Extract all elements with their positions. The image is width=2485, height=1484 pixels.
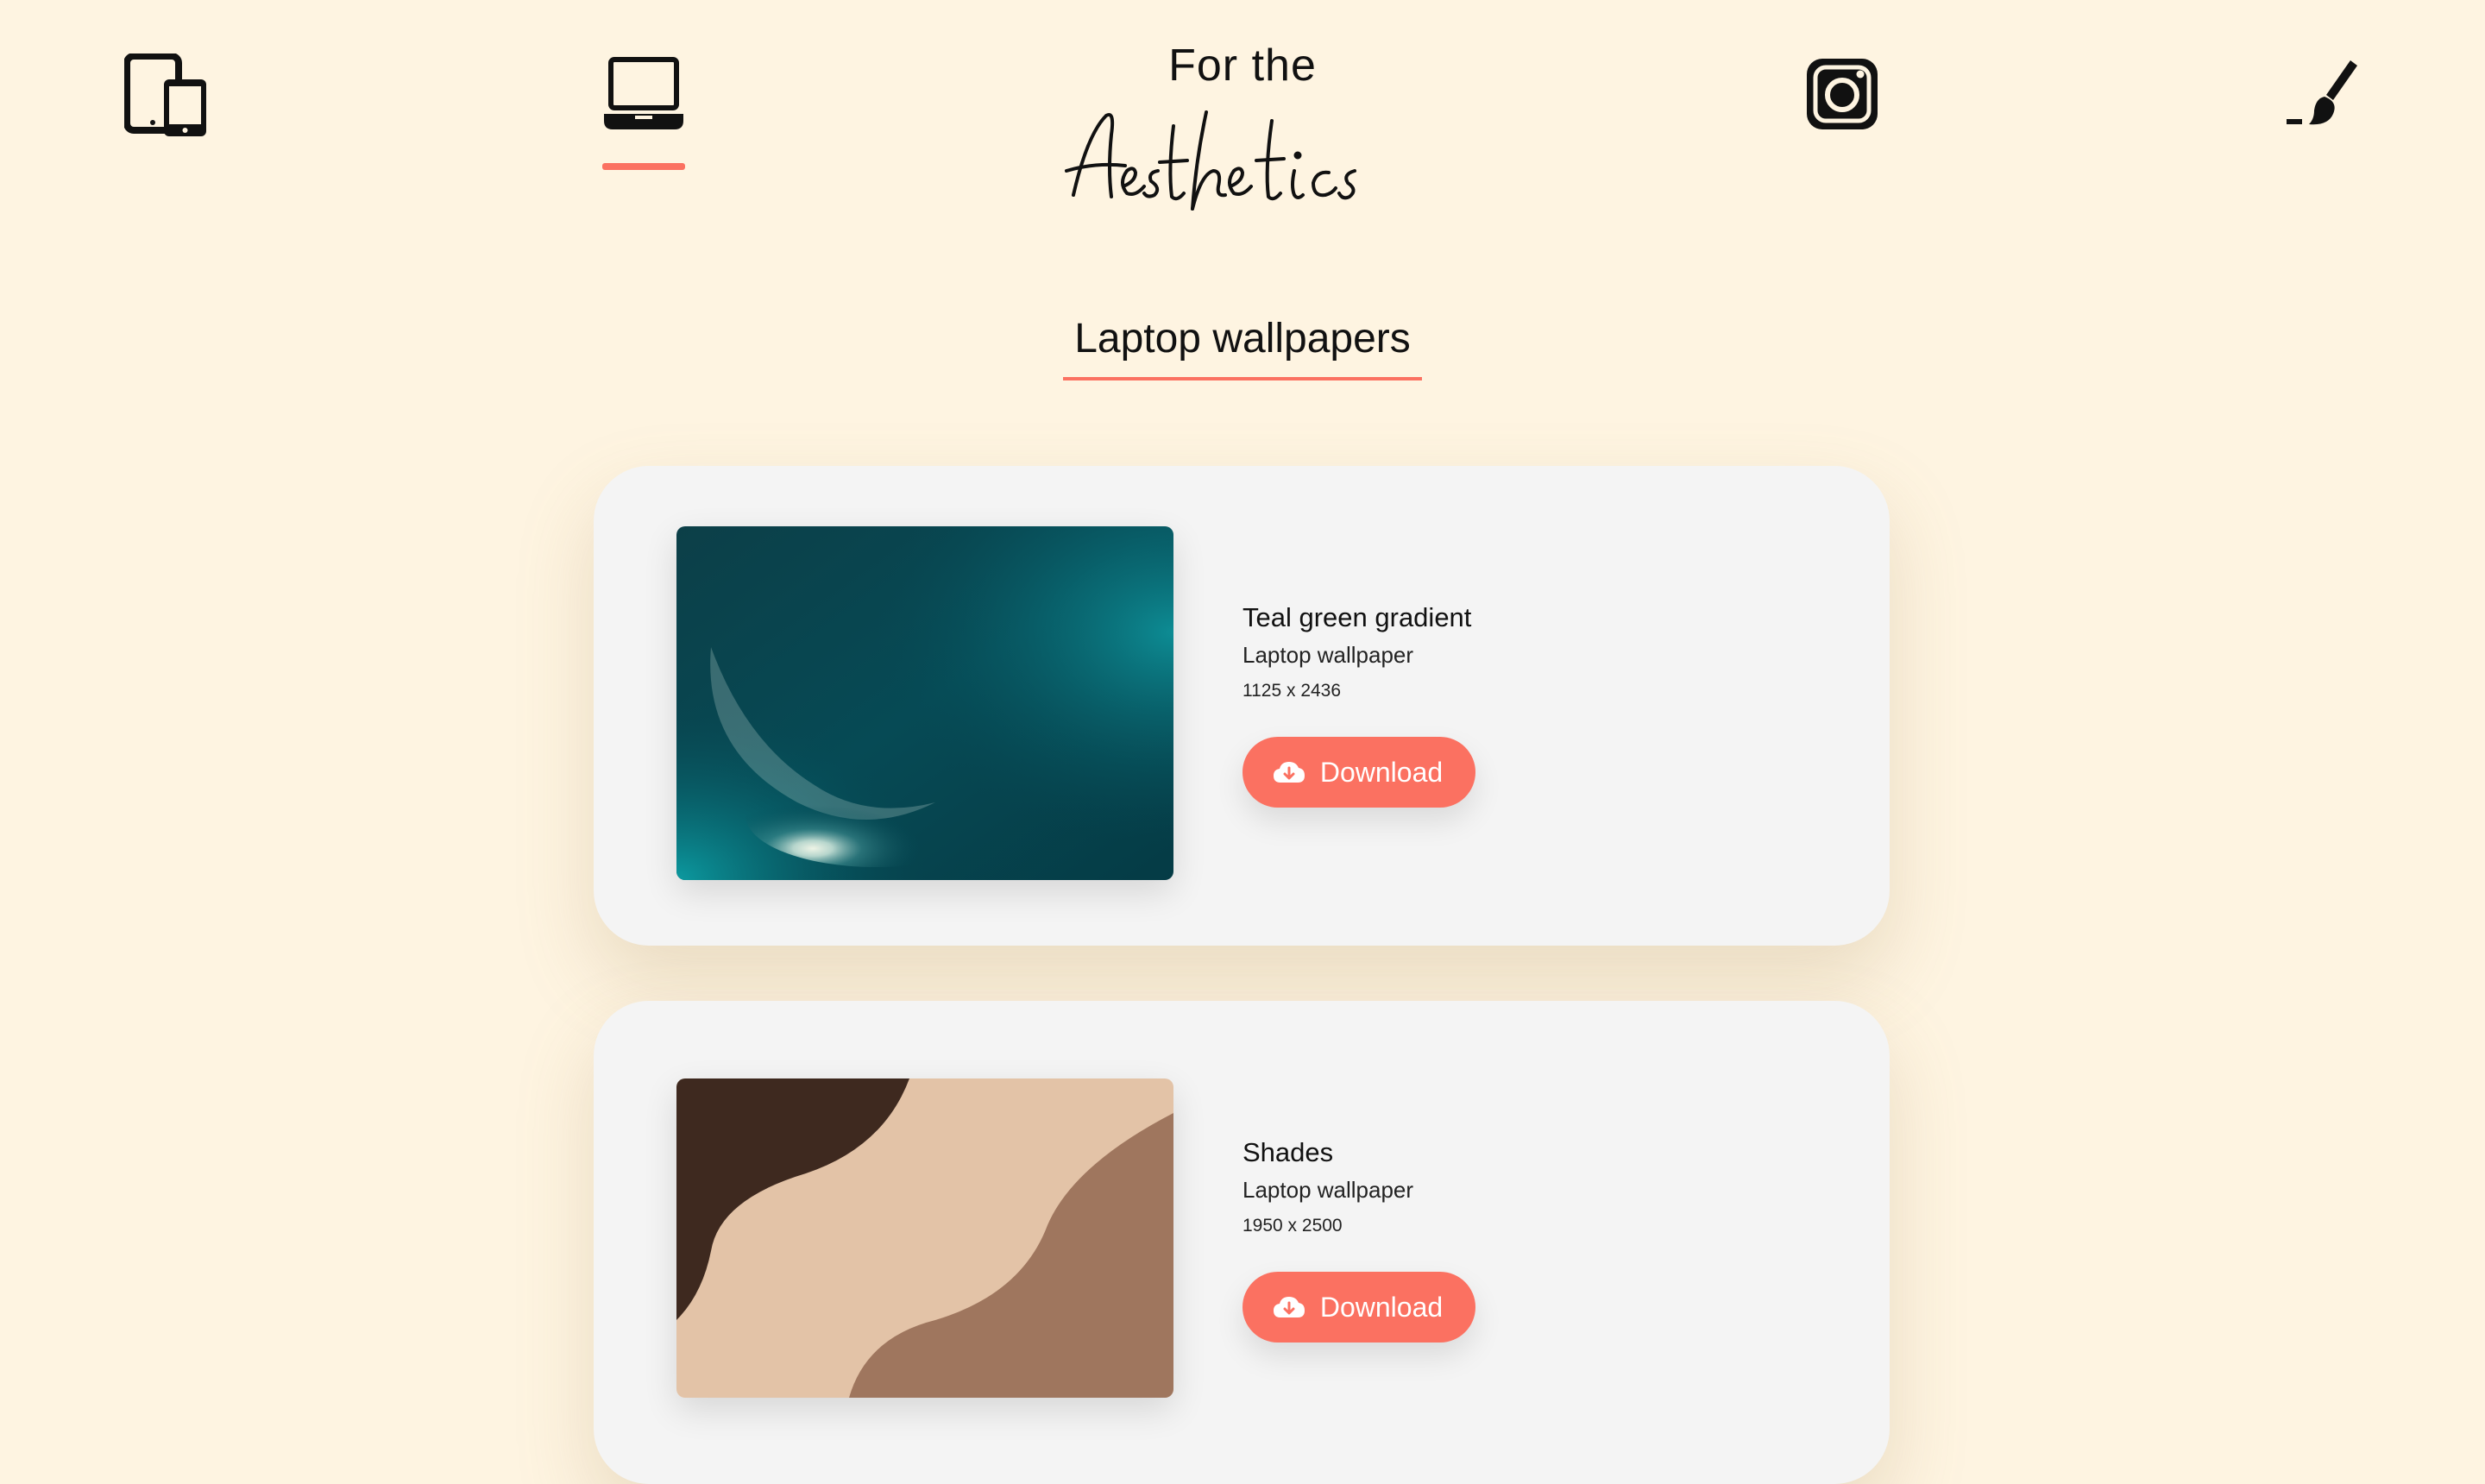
wallpaper-dimensions: 1125 x 2436 (1242, 681, 1342, 701)
wallpaper-card: Shades Laptop wallpaper 1950 x 2500 Down… (594, 1001, 1890, 1484)
cloud-download-icon (1273, 762, 1305, 783)
paint-brush-icon[interactable] (2285, 57, 2357, 129)
active-nav-indicator (602, 163, 685, 170)
devices-icon[interactable] (124, 53, 209, 138)
section-title: Laptop wallpapers (1074, 316, 1411, 362)
wallpaper-card: Teal green gradient Laptop wallpaper 112… (594, 466, 1890, 946)
download-button-label: Download (1319, 756, 1444, 788)
wallpaper-subtitle: Laptop wallpaper (1242, 642, 1414, 668)
brand-logo[interactable]: For the (1001, 40, 1484, 221)
download-button[interactable]: Download (1242, 1272, 1475, 1343)
brand-tagline: For the (1168, 41, 1317, 91)
wallpaper-title: Shades (1242, 1137, 1334, 1167)
section-title-underline (1063, 377, 1422, 380)
cloud-download-icon (1273, 1297, 1305, 1317)
wallpaper-info: Shades Laptop wallpaper 1950 x 2500 (1242, 1137, 1413, 1236)
wallpaper-dimensions: 1950 x 2500 (1242, 1216, 1343, 1236)
laptop-icon[interactable] (602, 57, 685, 135)
download-button[interactable]: Download (1242, 737, 1475, 808)
wallpaper-thumbnail-teal[interactable] (676, 526, 1173, 880)
wallpaper-title: Teal green gradient (1242, 602, 1472, 632)
download-button-label: Download (1319, 1291, 1444, 1323)
wallpaper-subtitle: Laptop wallpaper (1242, 1177, 1414, 1203)
aesthetics-script-logo (1065, 110, 1356, 211)
wallpaper-thumbnail-shades[interactable] (676, 1078, 1173, 1398)
wallpaper-info: Teal green gradient Laptop wallpaper 112… (1242, 602, 1471, 701)
instagram-icon[interactable] (1805, 57, 1879, 131)
